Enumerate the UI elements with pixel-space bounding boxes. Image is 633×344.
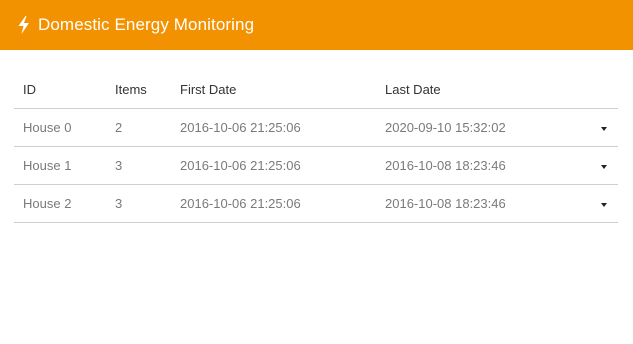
expand-cell <box>576 146 618 185</box>
cell-first-date: 2016-10-06 21:25:06 <box>171 146 376 185</box>
table-header-row: ID Items First Date Last Date <box>14 70 618 109</box>
cell-items: 3 <box>106 184 171 223</box>
cell-last-date: 2020-09-10 15:32:02 <box>376 108 576 147</box>
app-bar: Domestic Energy Monitoring <box>0 0 633 50</box>
cell-first-date: 2016-10-06 21:25:06 <box>171 184 376 223</box>
table-row[interactable]: House 1 3 2016-10-06 21:25:06 2016-10-08… <box>14 146 618 185</box>
cell-id: House 0 <box>14 108 106 147</box>
table-row[interactable]: House 2 3 2016-10-06 21:25:06 2016-10-08… <box>14 184 618 223</box>
cell-first-date: 2016-10-06 21:25:06 <box>171 108 376 147</box>
houses-table: ID Items First Date Last Date House 0 2 … <box>14 70 618 223</box>
cell-id: House 2 <box>14 184 106 223</box>
cell-items: 3 <box>106 146 171 185</box>
app-title: Domestic Energy Monitoring <box>38 15 255 34</box>
column-header-items[interactable]: Items <box>106 70 171 109</box>
column-header-last-date[interactable]: Last Date <box>376 70 576 109</box>
chevron-down-icon[interactable] <box>601 202 607 207</box>
column-header-expand <box>576 70 618 109</box>
cell-last-date: 2016-10-08 18:23:46 <box>376 146 576 185</box>
chevron-down-icon[interactable] <box>601 126 607 131</box>
houses-table-container: ID Items First Date Last Date House 0 2 … <box>14 70 618 223</box>
column-header-id[interactable]: ID <box>14 70 106 109</box>
cell-items: 2 <box>106 108 171 147</box>
cell-last-date: 2016-10-08 18:23:46 <box>376 184 576 223</box>
chevron-down-icon[interactable] <box>601 164 607 169</box>
expand-cell <box>576 108 618 147</box>
column-header-first-date[interactable]: First Date <box>171 70 376 109</box>
cell-id: House 1 <box>14 146 106 185</box>
table-row[interactable]: House 0 2 2016-10-06 21:25:06 2020-09-10… <box>14 108 618 147</box>
expand-cell <box>576 184 618 223</box>
bolt-icon <box>16 16 32 34</box>
